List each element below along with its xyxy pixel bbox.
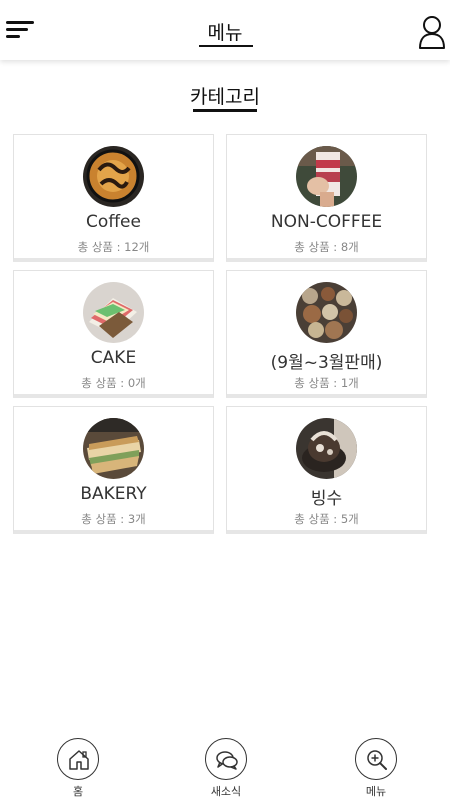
nav-menu-label: 메뉴 [365, 785, 387, 798]
category-count: 총 상품 : 3개 [81, 512, 146, 526]
coffee-photo [83, 146, 144, 207]
section-underline [193, 109, 257, 112]
category-name: Coffee [86, 212, 141, 232]
category-count: 총 상품 : 12개 [77, 240, 150, 254]
search-plus-icon [355, 738, 397, 780]
nav-home[interactable]: 홈 [48, 738, 108, 798]
category-card-non-coffee[interactable]: NON-COFFEE 총 상품 : 8개 [226, 134, 427, 262]
nav-home-label: 홈 [72, 785, 84, 798]
title-underline [199, 45, 253, 47]
category-count: 총 상품 : 8개 [294, 240, 359, 254]
non-coffee-photo [296, 146, 357, 207]
category-name: BAKERY [80, 484, 147, 504]
category-name: CAKE [90, 348, 137, 368]
category-name: (9월~3월판매) [270, 353, 383, 373]
category-card-bakery[interactable]: BAKERY 총 상품 : 3개 [13, 406, 214, 534]
home-icon [57, 738, 99, 780]
nav-news-label: 새소식 [210, 785, 242, 798]
user-profile-icon[interactable] [417, 14, 447, 50]
chat-bubble-icon [205, 738, 247, 780]
nav-menu[interactable]: 메뉴 [346, 738, 406, 798]
category-card-seasonal[interactable]: (9월~3월판매) 총 상품 : 1개 [226, 270, 427, 398]
cake-photo [83, 282, 144, 343]
category-name: NON-COFFEE [270, 212, 383, 232]
page-title: 메뉴 [207, 22, 243, 44]
seasonal-photo [296, 282, 357, 343]
bakery-photo [83, 418, 144, 479]
category-count: 총 상품 : 1개 [294, 376, 359, 390]
bottom-navigation: 홈 새소식 메뉴 [0, 730, 450, 800]
category-card-bingsu[interactable]: 빙수 총 상품 : 5개 [226, 406, 427, 534]
app-header: 메뉴 [0, 0, 450, 60]
nav-news[interactable]: 새소식 [196, 738, 256, 798]
category-card-coffee[interactable]: Coffee 총 상품 : 12개 [13, 134, 214, 262]
category-count: 총 상품 : 0개 [81, 376, 146, 390]
category-card-cake[interactable]: CAKE 총 상품 : 0개 [13, 270, 214, 398]
category-count: 총 상품 : 5개 [294, 512, 359, 526]
section-title: 카테고리 [190, 86, 260, 108]
bingsu-photo [296, 418, 357, 479]
category-name: 빙수 [310, 489, 343, 509]
